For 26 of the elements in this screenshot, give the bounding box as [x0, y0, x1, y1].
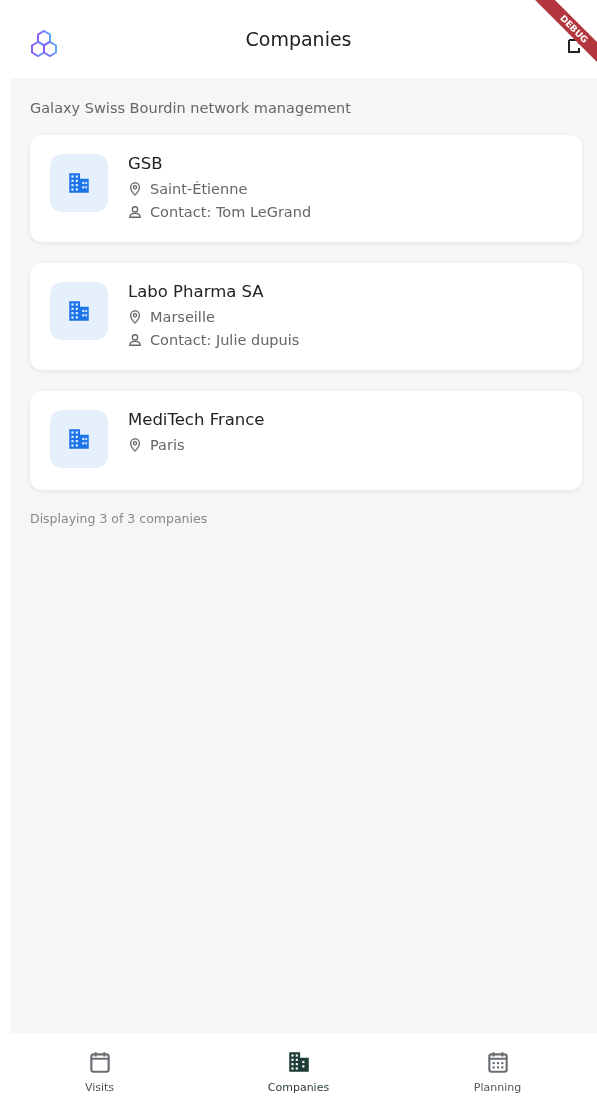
nav-tab[interactable]: Companies — [199, 1033, 398, 1110]
company-name: MediTech France — [128, 410, 265, 429]
page-subtitle: Galaxy Swiss Bourdin network management — [30, 100, 352, 116]
company-card[interactable]: GSB Saint-Étienne Contact: Tom LeGrand — [30, 135, 582, 242]
company-card[interactable]: MediTech France Paris — [30, 391, 582, 490]
building-icon — [66, 426, 92, 452]
building-icon — [66, 298, 92, 324]
page-title: Companies — [245, 28, 352, 50]
nav-tab[interactable]: Visits — [0, 1033, 199, 1110]
company-count: Displaying 3 of 3 companies — [30, 511, 209, 526]
company-name: Labo Pharma SA — [128, 282, 265, 301]
company-contact: Contact: Tom LeGrand — [150, 204, 312, 220]
person-icon — [128, 205, 142, 219]
company-contact: Contact: Julie dupuis — [150, 332, 300, 348]
nav-tab[interactable]: Planning — [398, 1033, 597, 1110]
location-pin-icon — [128, 310, 142, 324]
company-city: Marseille — [150, 309, 215, 325]
company-card[interactable]: Labo Pharma SA Marseille Contact: Julie dupuis — [30, 263, 582, 370]
hexagons-logo-icon — [29, 29, 59, 59]
person-icon — [128, 333, 142, 347]
location-pin-icon — [128, 438, 142, 452]
company-city: Paris — [150, 437, 185, 453]
building-icon — [66, 170, 92, 196]
company-city: Saint-Étienne — [150, 181, 248, 197]
company-name: GSB — [128, 154, 164, 173]
location-pin-icon — [128, 182, 142, 196]
